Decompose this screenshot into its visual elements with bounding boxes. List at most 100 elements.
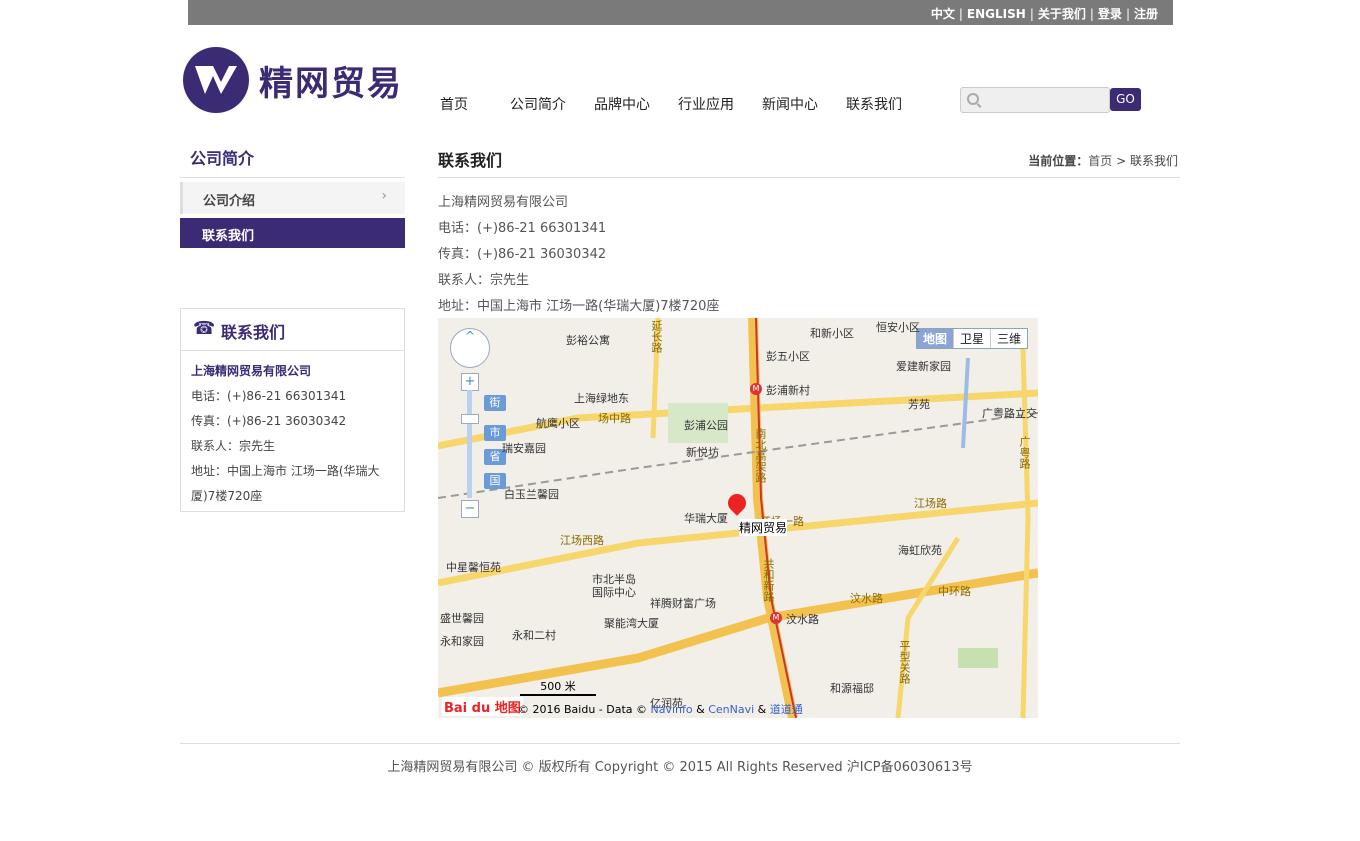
zoom-slider-handle[interactable] — [461, 414, 479, 424]
zoom-level-country[interactable]: 国 — [484, 473, 506, 489]
nav-item-news[interactable]: 新闻中心 — [762, 94, 818, 114]
map-label: 市北半岛国际中心 — [592, 573, 636, 599]
map-label: 航鹰小区 — [536, 417, 580, 430]
nav-item-brands[interactable]: 品牌中心 — [594, 94, 650, 114]
contact-box: ☎ 联系我们 上海精网贸易有限公司 电话：(+)86-21 66301341 传… — [180, 308, 405, 512]
register-link[interactable]: 注册 — [1134, 7, 1158, 21]
map-marker-label[interactable]: 精网贸易 — [739, 519, 788, 536]
breadcrumb-home-link[interactable]: 首页 — [1088, 154, 1112, 168]
contact-info: 上海精网贸易有限公司 电话：(+)86-21 66301341 传真：(+)86… — [438, 190, 719, 320]
map-label: 汶水路 — [786, 613, 819, 626]
sidebar-item-company-intro[interactable]: 公司介绍 › — [180, 182, 405, 214]
breadcrumb-current: 联系我们 — [1129, 154, 1178, 168]
search-icon — [967, 93, 979, 105]
contact-address: 地址：中国上海市 江场一路(华瑞大厦)7楼720座 — [191, 464, 380, 503]
info-company: 上海精网贸易有限公司 — [438, 195, 569, 210]
map-type-switch: 地图 卫星 三维 — [915, 328, 1028, 349]
road-label: 江场路 — [914, 497, 947, 510]
logo-text: 精网贸易 — [259, 63, 403, 104]
daodaotong-link[interactable]: 道道通 — [770, 703, 803, 716]
map-label: 广粤路立交 — [982, 407, 1037, 420]
phone-icon: ☎ — [193, 318, 216, 339]
metro-icon: M — [750, 383, 762, 395]
cennavi-link[interactable]: CenNavi — [708, 703, 754, 716]
zoom-level-city[interactable]: 市 — [484, 425, 506, 441]
login-link[interactable]: 登录 — [1098, 7, 1122, 21]
top-bar: 中文 | ENGLISH | 关于我们 | 登录 | 注册 — [188, 0, 1173, 25]
road-label: 延长路 — [650, 320, 663, 353]
road-label: 平型关路 — [898, 640, 911, 684]
map-type-satellite[interactable]: 卫星 — [952, 329, 990, 348]
map-label: 新悦坊 — [686, 446, 719, 459]
nav-item-contact[interactable]: 联系我们 — [846, 94, 902, 114]
zoom-slider[interactable] — [467, 390, 472, 498]
breadcrumb-label: 当前位置： — [1028, 154, 1089, 168]
map-label: 爱建新家园 — [896, 360, 951, 373]
map-copyright: © 2016 Baidu - Data © Navinfo & CenNavi … — [518, 703, 803, 716]
contact-box-header: ☎ 联系我们 — [181, 309, 404, 351]
contact-box-title: 联系我们 — [221, 323, 286, 342]
contact-person: 联系人：宗先生 — [191, 439, 276, 453]
map-label: 中星馨恒苑 — [446, 561, 501, 574]
info-address: 地址：中国上海市 江场一路(华瑞大厦)7楼720座 — [438, 299, 720, 314]
chevron-right-icon: › — [381, 188, 387, 204]
search-go-button[interactable]: GO — [1110, 88, 1141, 111]
divider — [438, 177, 1180, 178]
about-us-link[interactable]: 关于我们 — [1038, 7, 1086, 21]
map-label: 上海绿地东 — [574, 392, 629, 405]
map-label: 彭裕公寓 — [566, 334, 610, 347]
map-label: 永和家园 — [440, 635, 484, 648]
map-pan-control[interactable] — [450, 328, 490, 368]
road-label: 中环路 — [938, 585, 971, 598]
contact-box-body: 上海精网贸易有限公司 电话：(+)86-21 66301341 传真：(+)86… — [181, 351, 404, 509]
map-copyright-prefix: © 2016 Baidu - Data © — [518, 703, 648, 716]
baidu-map-logo[interactable]: Bai du 地图 — [442, 697, 523, 716]
map-label: 和新小区 — [810, 327, 854, 340]
footer-text: 上海精网贸易有限公司 © 版权所有 Copyright © 2015 All R… — [387, 760, 973, 775]
map-type-3d[interactable]: 三维 — [989, 329, 1027, 348]
lang-english-link[interactable]: ENGLISH — [967, 7, 1026, 21]
navinfo-link[interactable]: Navinfo — [651, 703, 693, 716]
nav-item-company[interactable]: 公司简介 — [510, 94, 566, 114]
map-label: 和源福邸 — [830, 682, 874, 695]
map-label: 彭浦公园 — [684, 419, 728, 432]
map-label: 海虹欣苑 — [898, 544, 942, 557]
info-phone: 电话：(+)86-21 66301341 — [438, 221, 607, 236]
map-label: 祥腾财富广场 — [650, 597, 716, 610]
map-label: 白玉兰馨园 — [504, 488, 559, 501]
road-label: 南北高架路 — [754, 428, 767, 483]
baidu-map[interactable]: 地图 卫星 三维 + − 街 市 省 国 M 彭浦新村 M 汶水路 华瑞大厦 彭… — [438, 318, 1038, 718]
road-label: 广粤路 — [1018, 436, 1031, 469]
map-label: 聚能湾大厦 — [604, 617, 659, 630]
info-person: 联系人：宗先生 — [438, 273, 530, 288]
map-type-map[interactable]: 地图 — [916, 329, 953, 348]
main-nav: 首页 公司简介 品牌中心 行业应用 新闻中心 联系我们 — [440, 94, 930, 114]
top-links: 中文 | ENGLISH | 关于我们 | 登录 | 注册 — [930, 7, 1158, 21]
contact-fax: 传真：(+)86-21 36030342 — [191, 414, 347, 428]
nav-item-home[interactable]: 首页 — [440, 94, 468, 114]
contact-phone: 电话：(+)86-21 66301341 — [191, 389, 347, 403]
nav-item-industry[interactable]: 行业应用 — [678, 94, 734, 114]
sidebar-item-contact-us[interactable]: 联系我们 — [180, 218, 405, 248]
map-label: 芳苑 — [908, 398, 930, 411]
sidebar-item-label: 公司介绍 — [203, 194, 256, 209]
contact-company: 上海精网贸易有限公司 — [191, 364, 312, 378]
divider — [180, 743, 1180, 744]
sidebar-title: 公司简介 — [190, 149, 255, 168]
info-fax: 传真：(+)86-21 36030342 — [438, 247, 607, 262]
logo-mark-icon — [183, 47, 249, 113]
logo[interactable]: 精网贸易 — [183, 47, 403, 113]
map-label: 盛世馨园 — [440, 612, 484, 625]
page-title: 联系我们 — [438, 151, 503, 170]
metro-icon: M — [770, 612, 782, 624]
map-roads — [438, 318, 1038, 718]
breadcrumb-separator: > — [1116, 154, 1127, 168]
zoom-in-button[interactable]: + — [461, 373, 479, 391]
lang-chinese-link[interactable]: 中文 — [931, 7, 955, 21]
map-label: 华瑞大厦 — [684, 512, 728, 525]
map-scale: 500 米 — [520, 678, 596, 696]
zoom-level-street[interactable]: 街 — [484, 395, 506, 411]
search-input[interactable] — [985, 88, 1107, 112]
zoom-out-button[interactable]: − — [461, 500, 479, 518]
map-label: 彭浦新村 — [766, 384, 810, 397]
